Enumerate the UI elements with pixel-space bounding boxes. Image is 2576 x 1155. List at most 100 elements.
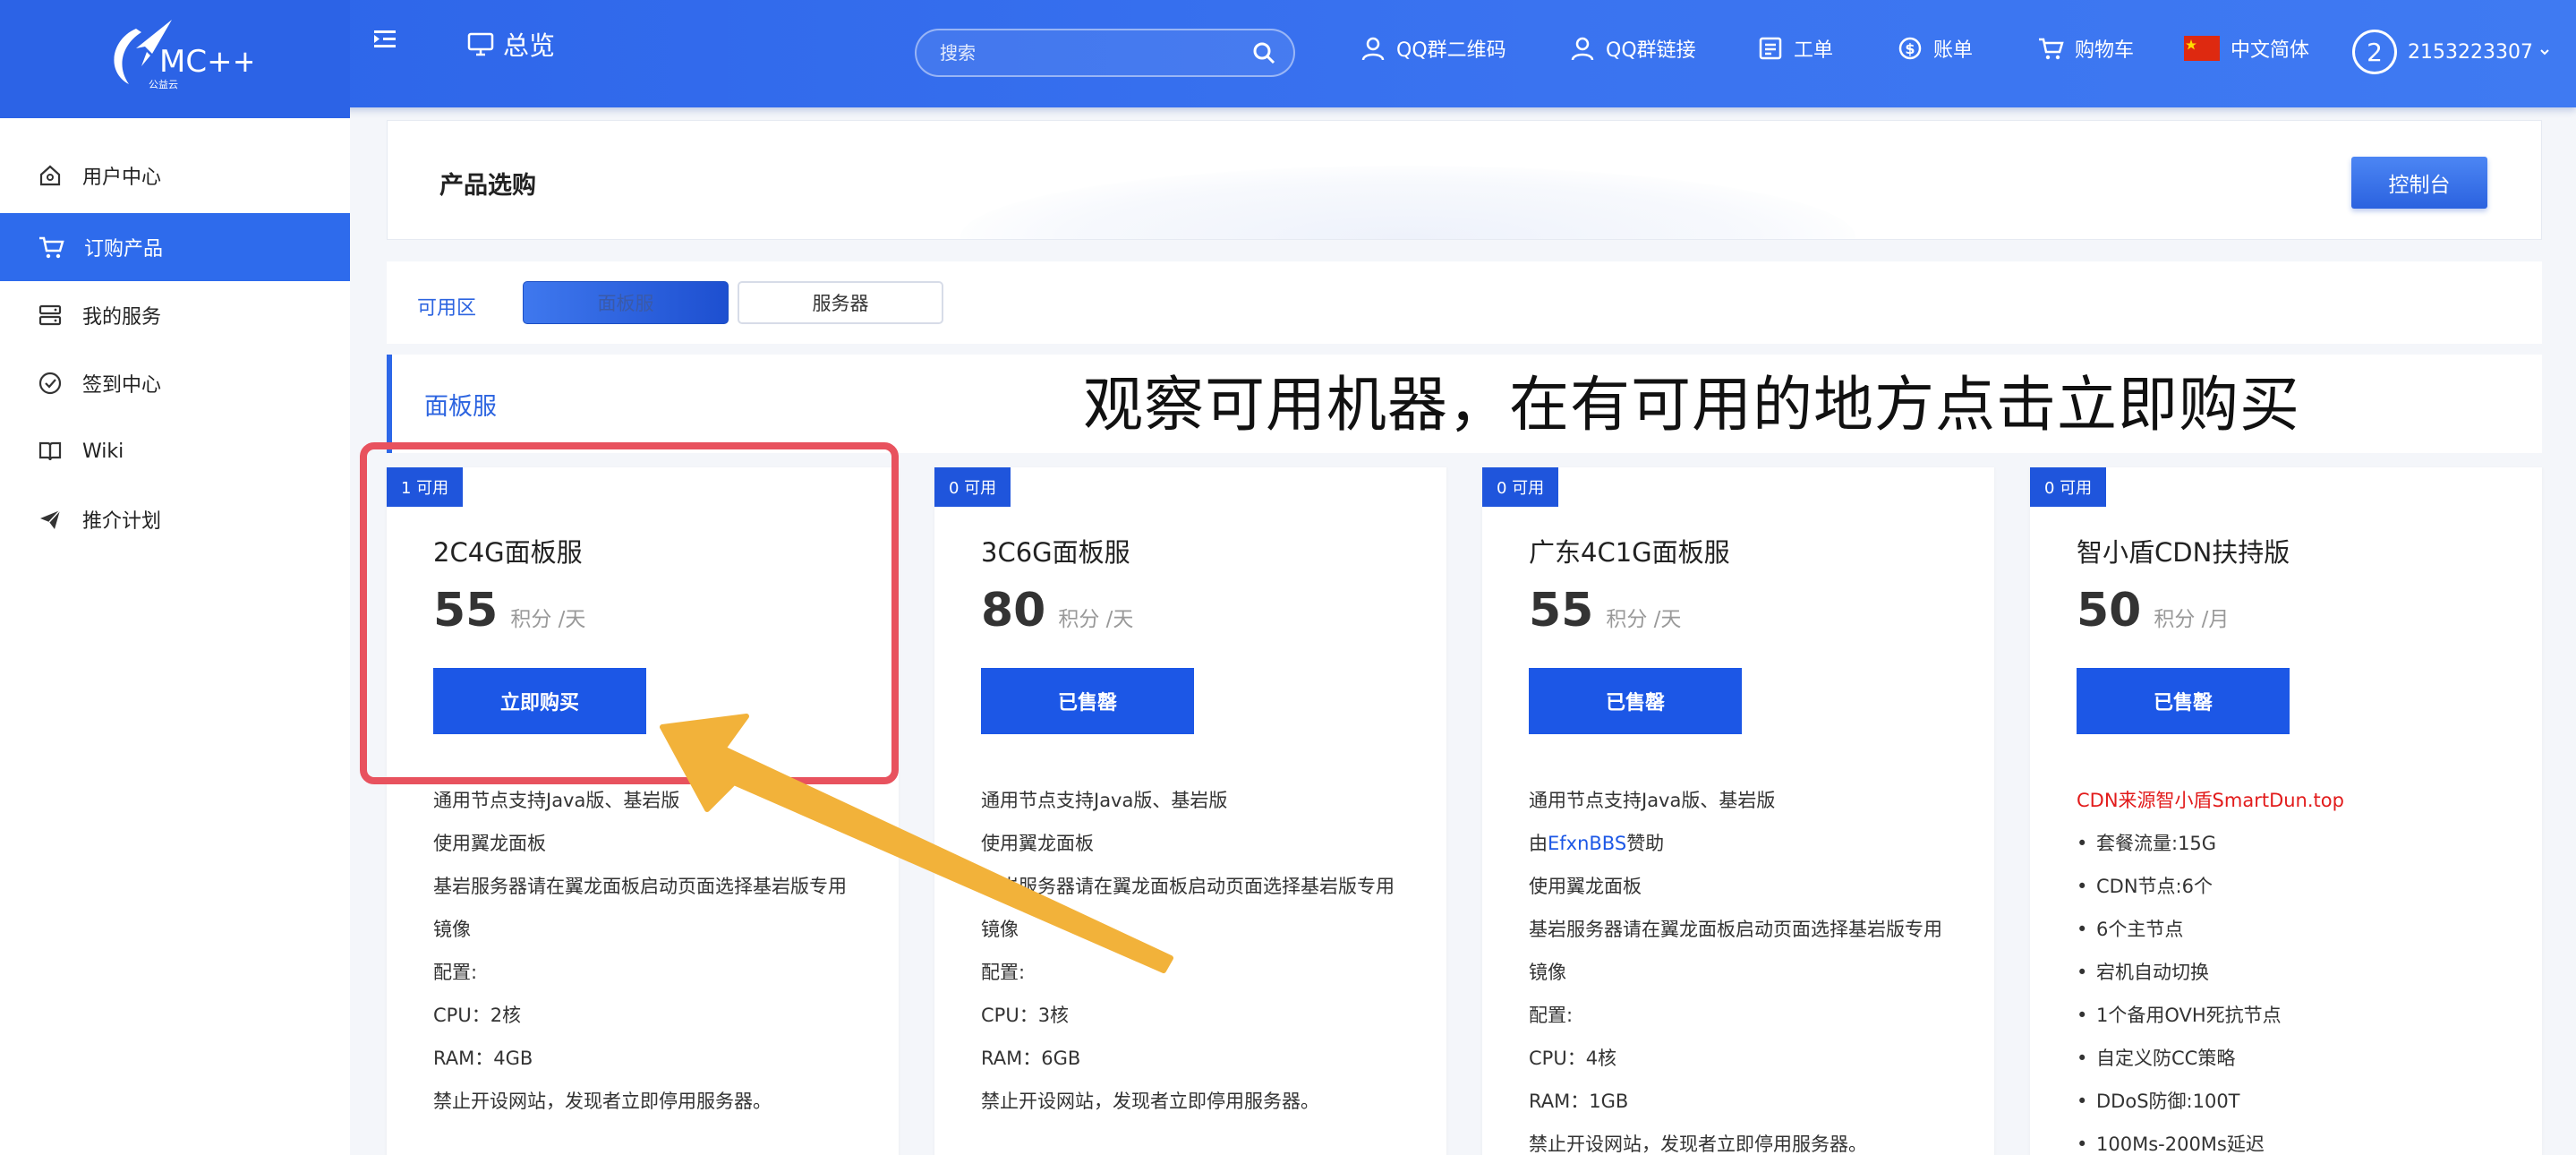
nav-qq-link[interactable]: QQ群链接 (1570, 34, 1696, 63)
feature-item: 配置: (1529, 1005, 1574, 1026)
sidebar-item-label: 推介计划 (82, 510, 162, 533)
sidebar-item-checkin[interactable]: 签到中心 (0, 349, 350, 417)
feature-list: 通用节点支持Java版、基岩版 使用翼龙面板 基岩服务器请在翼龙面板启动页面选择… (433, 779, 863, 1123)
sidebar-item-label: 签到中心 (82, 374, 162, 397)
feature-item: 配置: (433, 962, 478, 983)
svg-text:$: $ (1905, 40, 1915, 57)
username-label: 2153223307 (2408, 40, 2533, 64)
nav-ticket-label: 工单 (1794, 39, 1834, 62)
feature-item: 套餐流量:15G (2077, 822, 2506, 865)
feature-list: CDN来源智小盾SmartDun.top 套餐流量:15G CDN节点:6个 6… (2077, 779, 2506, 1155)
menu-toggle-icon[interactable] (372, 27, 397, 52)
china-flag-icon (2184, 36, 2220, 61)
overview-label: 总览 (503, 30, 556, 61)
sponsor-link[interactable]: EfxnBBS (1548, 833, 1626, 854)
availability-badge: 0 可用 (2030, 467, 2107, 507)
feature-item: 100Ms-200Ms延迟 (2077, 1123, 2506, 1155)
language-label: 中文简体 (2231, 39, 2310, 62)
product-price: 55 积分 /天 (1529, 584, 1681, 637)
feature-item: DDoS防御:100T (2077, 1080, 2506, 1123)
product-card: 0 可用 广东4C1G面板服 55 积分 /天 已售罄 通用节点支持Java版、… (1482, 467, 1994, 1155)
overview-link[interactable]: 总览 (467, 25, 555, 63)
feature-item: 配置: (981, 962, 1026, 983)
price-unit: 积分 /天 (1606, 608, 1682, 631)
feature-item: RAM：4GB (433, 1048, 533, 1069)
console-button[interactable]: 控制台 (2351, 157, 2487, 209)
logo-area: MC++ 公益云 (0, 0, 350, 118)
sidebar-item-my-services[interactable]: 我的服务 (0, 281, 350, 349)
sidebar-item-user-center[interactable]: 用户中心 (0, 141, 350, 210)
product-price: 80 积分 /天 (981, 584, 1133, 637)
feature-item: 使用翼龙面板 (981, 833, 1094, 854)
zone-label: 可用区 (417, 297, 477, 320)
user-menu[interactable]: 2 2153223307 (2352, 30, 2551, 74)
sold-out-button[interactable]: 已售罄 (1529, 668, 1742, 734)
feature-item: 1个备用OVH死抗节点 (2077, 994, 2506, 1037)
nav-cart[interactable]: 购物车 (2037, 34, 2134, 63)
feature-item: 6个主节点 (2077, 908, 2506, 951)
price-unit: 积分 /天 (1058, 608, 1134, 631)
product-title: 广东4C1G面板服 (1529, 537, 1730, 568)
price-value: 55 (433, 584, 499, 637)
nav-ticket[interactable]: 工单 (1758, 34, 1833, 63)
avatar: 2 (2352, 30, 2397, 74)
top-header: 总览 QQ群二维码 QQ群链接 工单 $ 账单 购物车 中文简体 2 21532… (0, 0, 2576, 107)
feature-item: 禁止开设网站，发现者立即停用服务器。 (433, 1091, 772, 1112)
sold-out-button[interactable]: 已售罄 (981, 668, 1194, 734)
price-unit: 积分 /天 (510, 608, 586, 631)
sold-out-button[interactable]: 已售罄 (2077, 668, 2290, 734)
tab-panel-server[interactable]: 面板服 (523, 281, 729, 324)
sidebar-item-wiki[interactable]: Wiki (0, 417, 350, 485)
feature-item: 禁止开设网站，发现者立即停用服务器。 (981, 1091, 1319, 1112)
search-input[interactable] (940, 42, 1252, 64)
feature-item: 通用节点支持Java版、基岩版 (433, 790, 680, 811)
product-card: 0 可用 智小盾CDN扶持版 50 积分 /月 已售罄 CDN来源智小盾Smar… (2030, 467, 2542, 1155)
buy-now-button[interactable]: 立即购买 (433, 668, 646, 734)
mcpp-logo[interactable]: MC++ 公益云 (100, 13, 252, 95)
server-icon (38, 304, 62, 326)
language-selector[interactable]: 中文简体 (2184, 34, 2309, 63)
cart-icon (39, 236, 64, 259)
nav-qq-qrcode[interactable]: QQ群二维码 (1361, 34, 1506, 63)
sponsor-prefix: 由 (1529, 833, 1548, 854)
feature-item: 基岩服务器请在翼龙面板启动页面选择基岩版专用镜像 (433, 876, 847, 940)
cart-icon (2039, 38, 2064, 60)
product-card: 1 可用 2C4G面板服 55 积分 /天 立即购买 通用节点支持Java版、基… (387, 467, 899, 1155)
product-card: 0 可用 3C6G面板服 80 积分 /天 已售罄 通用节点支持Java版、基岩… (934, 467, 1446, 1155)
page-header-panel: 产品选购 控制台 (387, 120, 2542, 240)
sponsor-line: 由EfxnBBS赞助 (1529, 822, 1958, 865)
dollar-icon: $ (1898, 37, 1922, 60)
feature-item: 使用翼龙面板 (433, 833, 546, 854)
section-title: 面板服 (424, 393, 497, 421)
send-icon (40, 509, 61, 529)
nav-bill[interactable]: $ 账单 (1898, 34, 1973, 63)
search-icon[interactable] (1252, 41, 1275, 64)
cdn-source-note: CDN来源智小盾SmartDun.top (2077, 790, 2344, 811)
monitor-icon (467, 32, 494, 56)
feature-item: 基岩服务器请在翼龙面板启动页面选择基岩版专用镜像 (1529, 919, 1942, 983)
zone-selector: 可用区 面板服 服务器 (387, 261, 2542, 344)
brand-subtext: 公益云 (149, 78, 178, 90)
feature-list: 通用节点支持Java版、基岩版 由EfxnBBS赞助 使用翼龙面板 基岩服务器请… (1529, 779, 1958, 1155)
product-price: 55 积分 /天 (433, 584, 585, 637)
price-value: 50 (2077, 584, 2142, 637)
sidebar-item-referral[interactable]: 推介计划 (0, 485, 350, 553)
home-icon (39, 165, 61, 186)
availability-badge: 0 可用 (934, 467, 1011, 507)
nav-bill-label: 账单 (1933, 39, 1974, 62)
page-title: 产品选购 (439, 172, 536, 200)
sidebar-item-label: Wiki (82, 440, 124, 463)
feature-item: 使用翼龙面板 (1529, 876, 1642, 897)
feature-item: RAM：1GB (1529, 1091, 1629, 1112)
sponsor-suffix: 赞助 (1626, 833, 1665, 854)
price-value: 55 (1529, 584, 1594, 637)
nav-cart-label: 购物车 (2075, 39, 2135, 62)
feature-item: CPU：4核 (1529, 1048, 1617, 1069)
brand-text: MC++ (159, 44, 252, 80)
sidebar-item-label: 订购产品 (84, 238, 164, 261)
feature-item: 禁止开设网站，发现者立即停用服务器。 (1529, 1134, 1867, 1155)
sidebar-item-order-products[interactable]: 订购产品 (0, 213, 350, 281)
tab-server[interactable]: 服务器 (738, 281, 943, 324)
feature-item: 通用节点支持Java版、基岩版 (981, 790, 1228, 811)
price-value: 80 (981, 584, 1046, 637)
